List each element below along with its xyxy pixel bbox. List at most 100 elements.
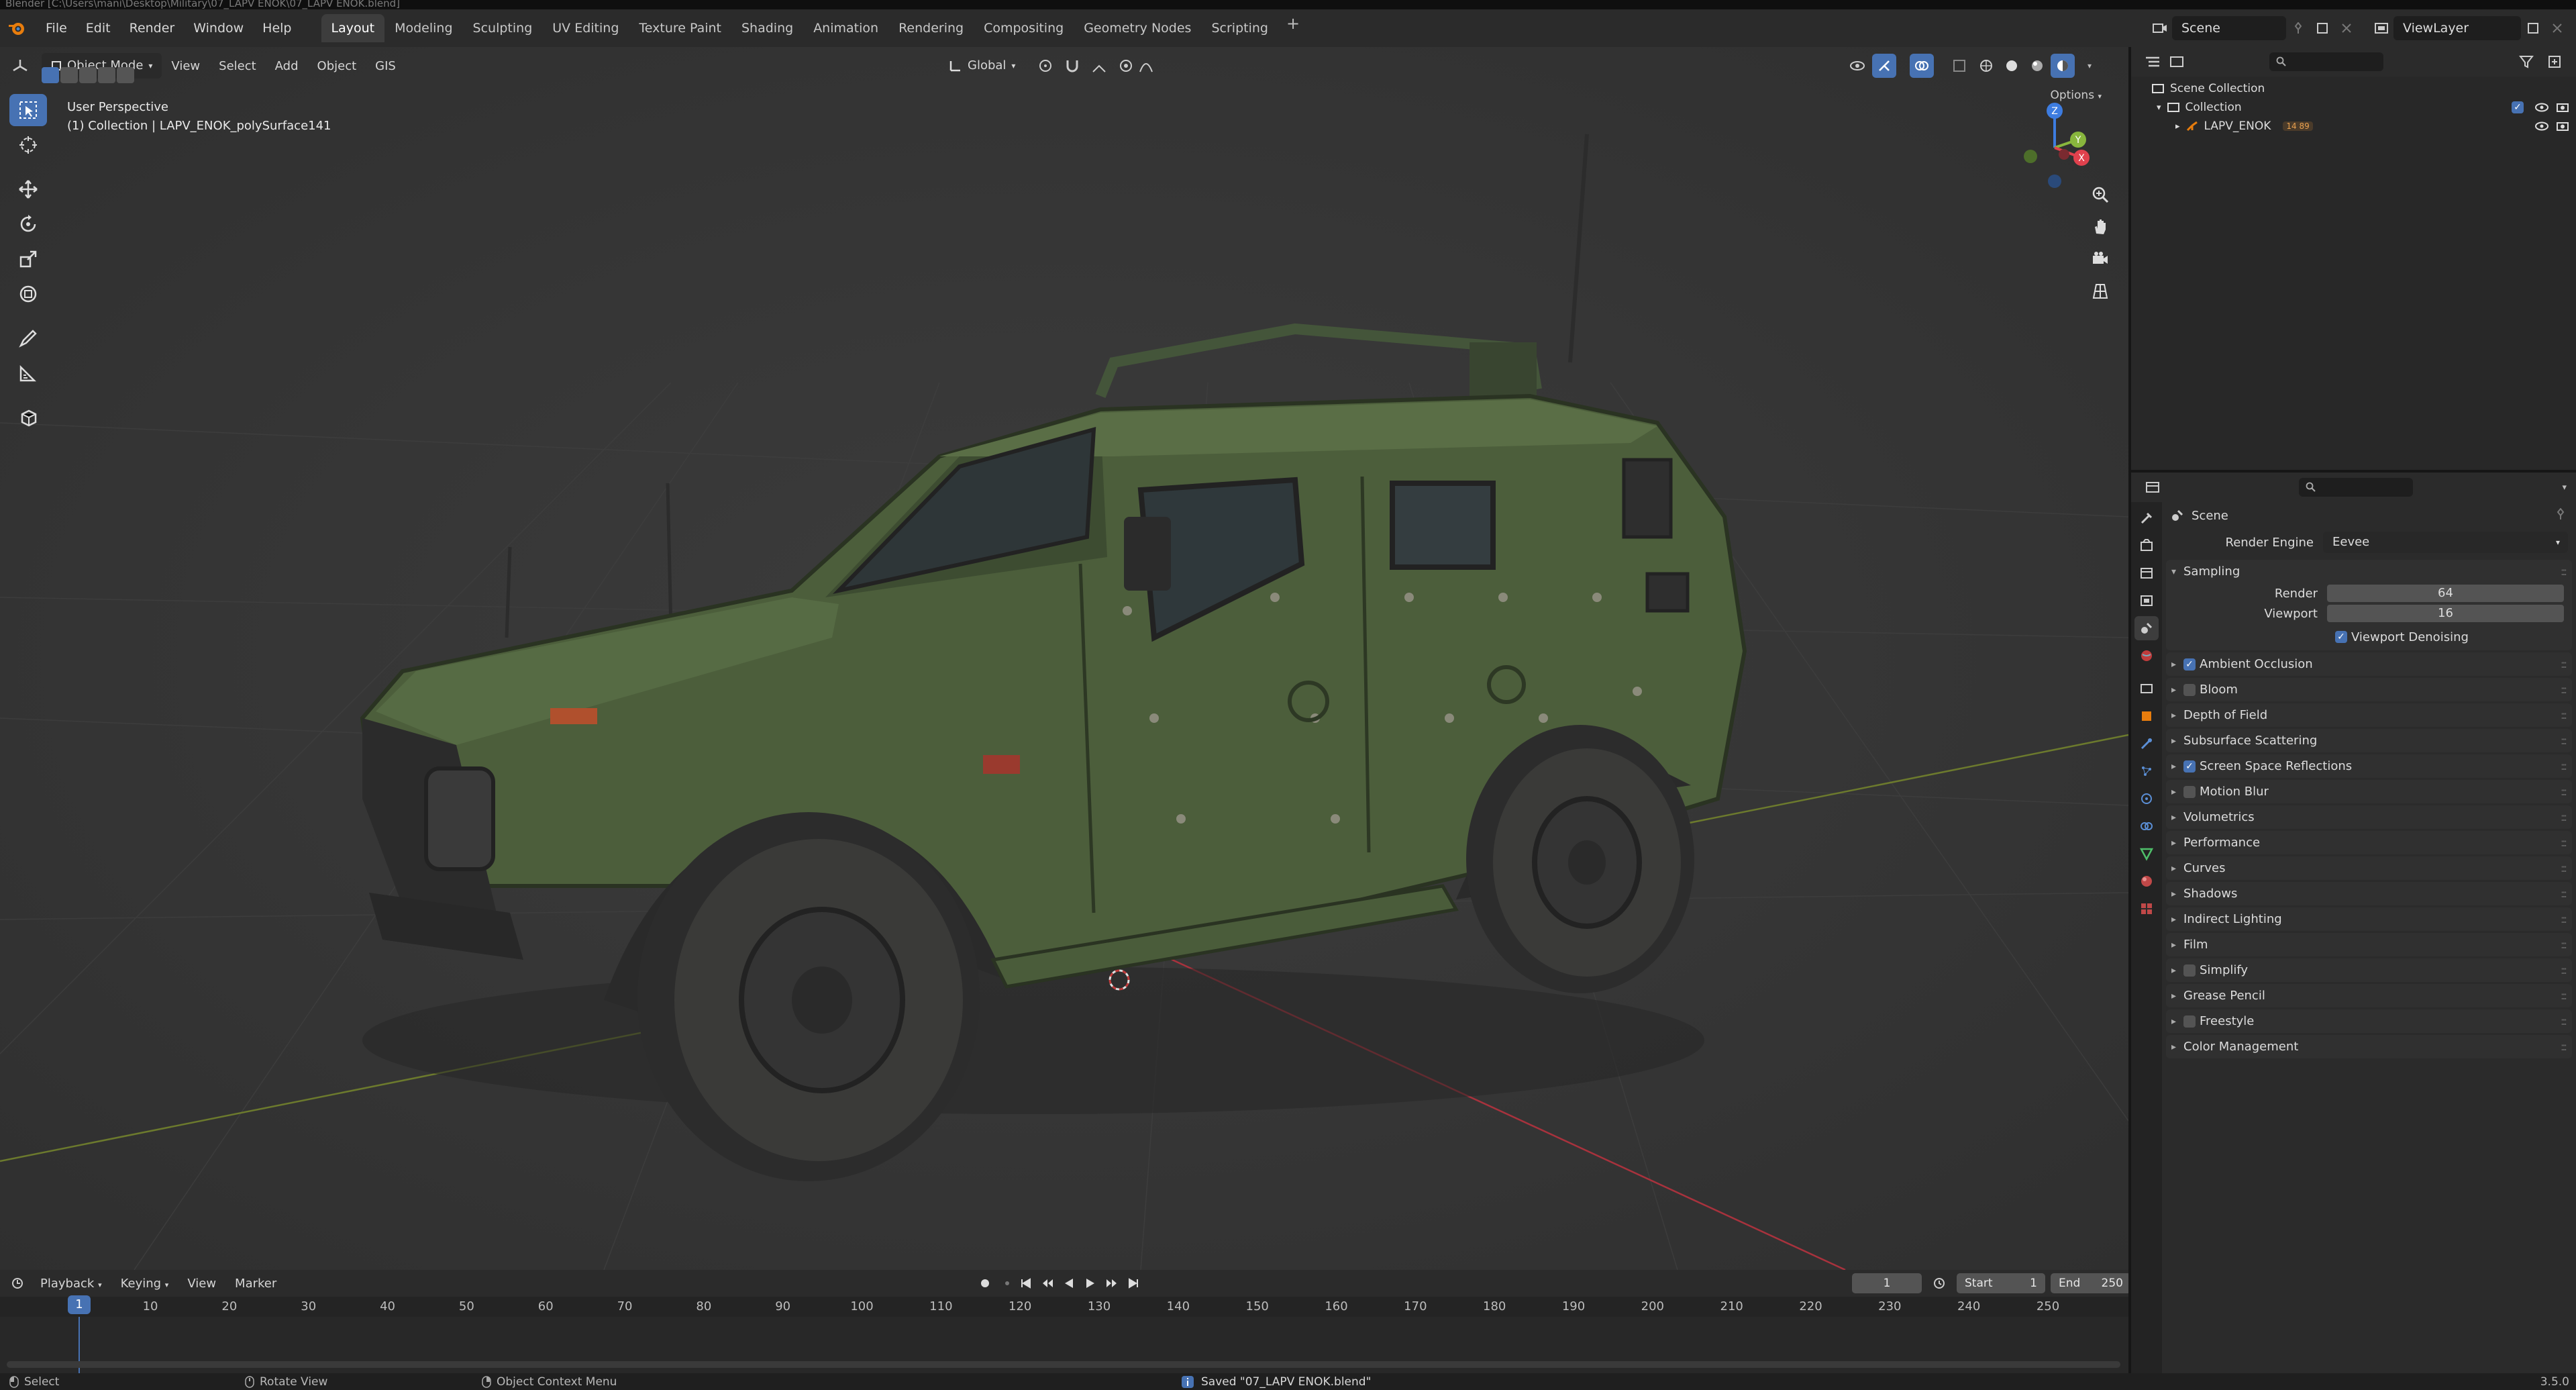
drag-handle-icon[interactable]: :::	[2561, 862, 2567, 875]
viewport-menu-object[interactable]: Object	[308, 59, 366, 73]
sampling-viewport-field[interactable]: 16	[2327, 605, 2564, 622]
object-tab-icon[interactable]	[2134, 704, 2159, 728]
tab-scripting[interactable]: Scripting	[1201, 14, 1278, 42]
panel-enable-checkbox[interactable]	[2183, 683, 2196, 696]
world-tab-icon[interactable]	[2134, 644, 2159, 668]
status-report[interactable]: Saved "07_LAPV ENOK.blend"	[1181, 1375, 1371, 1389]
playhead-frame-indicator[interactable]: 1	[68, 1295, 91, 1314]
panel-header[interactable]: ▸ Volumetrics:::	[2166, 805, 2572, 829]
select-invert-icon[interactable]	[98, 67, 115, 83]
sampling-render-field[interactable]: 64	[2327, 585, 2564, 602]
viewport-menu-add[interactable]: Add	[266, 59, 308, 73]
drag-handle-icon[interactable]: :::	[2561, 709, 2567, 722]
new-view-layer-icon[interactable]	[2521, 16, 2545, 40]
panel-sampling-header[interactable]: ▾ Sampling :::	[2166, 560, 2572, 583]
viewport-menu-view[interactable]: View	[162, 59, 209, 73]
add-cube-tool-icon[interactable]	[9, 401, 47, 434]
visibility-icon[interactable]	[1845, 54, 1869, 78]
mesh-data-badge[interactable]: 14 89	[2283, 121, 2313, 131]
panel-enable-checkbox[interactable]: ✓	[2183, 760, 2196, 773]
delete-view-layer-icon[interactable]	[2545, 16, 2569, 40]
outliner-row-object[interactable]: ▸ LAPV_ENOK 14 89	[2131, 117, 2576, 136]
preview-range-clock-icon[interactable]	[1927, 1271, 1951, 1295]
render-engine-dropdown[interactable]: Eevee ▾	[2323, 532, 2568, 553]
properties-search-input[interactable]	[2299, 478, 2413, 497]
timeline-scrollbar[interactable]	[7, 1361, 2120, 1368]
panel-header[interactable]: ▸ Freestyle:::	[2166, 1009, 2572, 1033]
vehicle-model[interactable]	[360, 134, 1747, 1181]
panel-header[interactable]: ▸ Shadows:::	[2166, 882, 2572, 905]
drag-handle-icon[interactable]: :::	[2561, 734, 2567, 747]
physics-tab-icon[interactable]	[2134, 787, 2159, 811]
scale-tool-icon[interactable]	[9, 243, 47, 275]
auto-keying-options-icon[interactable]	[1001, 1271, 1013, 1295]
drag-handle-icon[interactable]: :::	[2561, 1015, 2567, 1028]
menu-window[interactable]: Window	[184, 15, 253, 42]
viewport-denoising-checkbox[interactable]: ✓	[2335, 631, 2347, 643]
gizmo-toggle-icon[interactable]	[1872, 54, 1896, 78]
material-tab-icon[interactable]	[2134, 869, 2159, 893]
select-intersect-icon[interactable]	[117, 67, 134, 83]
drag-handle-icon[interactable]: :::	[2561, 811, 2567, 824]
panel-header[interactable]: ▸ Color Management:::	[2166, 1035, 2572, 1058]
pivot-point-icon[interactable]	[1033, 54, 1058, 78]
falloff-icon[interactable]	[1134, 54, 1158, 78]
drag-handle-icon[interactable]: :::	[2561, 785, 2567, 798]
drag-handle-icon[interactable]: :::	[2561, 565, 2567, 578]
camera-render-icon[interactable]	[2556, 101, 2569, 113]
tab-rendering[interactable]: Rendering	[888, 14, 974, 42]
properties-editor-type-icon[interactable]	[2141, 475, 2165, 499]
viewport-menu-gis[interactable]: GIS	[366, 59, 405, 73]
properties-editor[interactable]: ▾ Scene Render Engine Eevee ▾ ▾ Sampling…	[2131, 473, 2576, 1373]
blender-logo-icon[interactable]	[4, 15, 30, 41]
tab-sculpting[interactable]: Sculpting	[463, 14, 543, 42]
timeline-track-area[interactable]	[0, 1317, 2128, 1373]
move-tool-icon[interactable]	[9, 173, 47, 205]
current-frame-field[interactable]: 1	[1852, 1273, 1922, 1293]
collection-tab-icon[interactable]	[2134, 677, 2159, 701]
drag-handle-icon[interactable]: :::	[2561, 836, 2567, 849]
panel-enable-checkbox[interactable]: ✓	[2183, 658, 2196, 671]
texture-tab-icon[interactable]	[2134, 897, 2159, 921]
next-keyframe-icon[interactable]	[1103, 1271, 1121, 1295]
pan-hand-icon[interactable]	[2085, 212, 2115, 242]
select-subtract-icon[interactable]	[79, 67, 97, 83]
perspective-toggle-icon[interactable]	[2085, 277, 2115, 306]
timeline-editor[interactable]: Playback ▾ Keying ▾ View Marker 1 Start …	[0, 1270, 2131, 1373]
options-button[interactable]: Options ▾	[2050, 89, 2102, 102]
drag-handle-icon[interactable]: :::	[2561, 887, 2567, 900]
measure-tool-icon[interactable]	[9, 357, 47, 389]
jump-end-icon[interactable]	[1125, 1271, 1142, 1295]
3d-viewport[interactable]: Object Mode ▾ View Select Add Object GIS…	[0, 47, 2128, 1270]
drag-handle-icon[interactable]: :::	[2561, 683, 2567, 696]
scene-tab-icon[interactable]	[2134, 616, 2159, 640]
timeline-ruler[interactable]: 1 10 20 30 40 50 60 70 80 90 100 110 120 130 140 150 16…	[0, 1295, 2128, 1317]
panel-header[interactable]: ▸ Depth of Field:::	[2166, 703, 2572, 727]
outliner[interactable]: Scene Collection ▾ Collection ✓ ▸ LAPV_E…	[2131, 47, 2576, 470]
panel-header[interactable]: ▸ ✓ Ambient Occlusion:::	[2166, 652, 2572, 676]
transform-orientation-dropdown[interactable]: Global ▾	[939, 53, 1025, 79]
menu-file[interactable]: File	[36, 15, 76, 42]
panel-header[interactable]: ▸ Simplify:::	[2166, 958, 2572, 982]
tab-texture-paint[interactable]: Texture Paint	[629, 14, 731, 42]
solid-shading-icon[interactable]	[2000, 54, 2024, 78]
constraints-tab-icon[interactable]	[2134, 814, 2159, 838]
tool-tab-icon[interactable]	[2134, 506, 2159, 530]
timeline-menu-playback[interactable]: Playback ▾	[31, 1277, 111, 1291]
panel-enable-checkbox[interactable]	[2183, 785, 2196, 798]
camera-view-icon[interactable]	[2085, 244, 2115, 274]
editor-type-icon[interactable]	[8, 54, 32, 78]
rotate-tool-icon[interactable]	[9, 208, 47, 240]
drag-handle-icon[interactable]: :::	[2561, 658, 2567, 671]
drag-handle-icon[interactable]: :::	[2561, 989, 2567, 1002]
drag-handle-icon[interactable]: :::	[2561, 964, 2567, 977]
play-reverse-icon[interactable]	[1060, 1271, 1078, 1295]
annotate-tool-icon[interactable]	[9, 322, 47, 354]
timeline-menu-keying[interactable]: Keying ▾	[111, 1277, 178, 1291]
end-frame-field[interactable]: End 250	[2051, 1273, 2131, 1293]
viewport-menu-select[interactable]: Select	[209, 59, 266, 73]
menu-render[interactable]: Render	[120, 15, 185, 42]
panel-header[interactable]: ▸ Indirect Lighting:::	[2166, 907, 2572, 931]
panel-header[interactable]: ▸ Bloom:::	[2166, 678, 2572, 701]
start-frame-field[interactable]: Start 1	[1957, 1273, 2045, 1293]
